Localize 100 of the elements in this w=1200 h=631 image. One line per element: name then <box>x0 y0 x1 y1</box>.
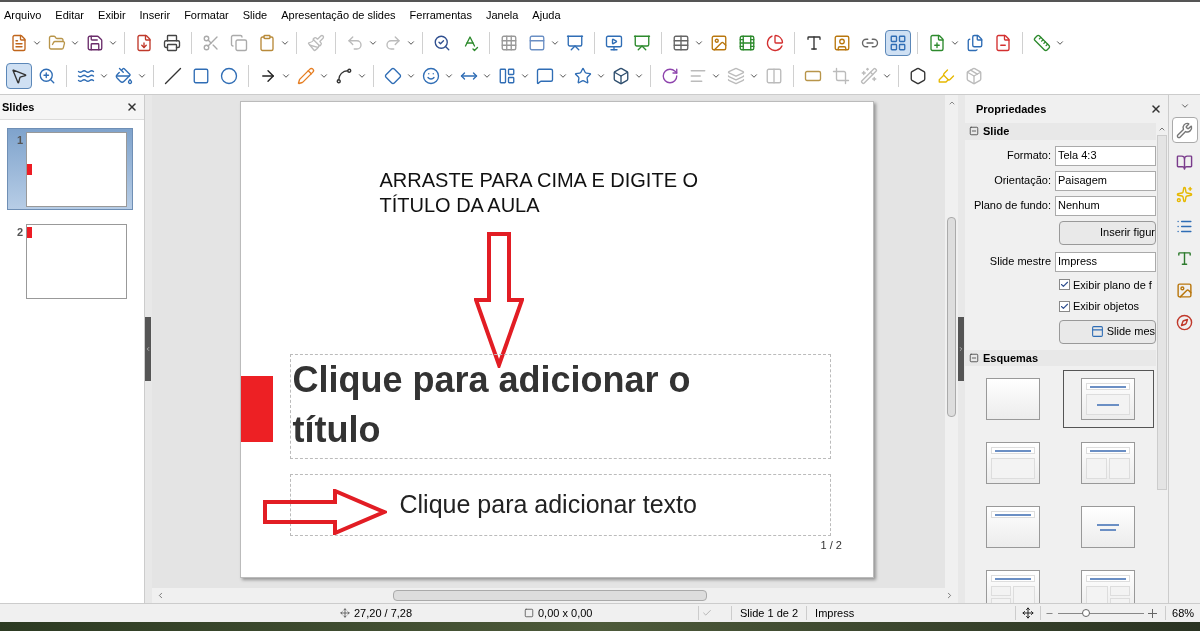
slide-accent-bar <box>240 376 273 442</box>
layout-button[interactable] <box>885 30 911 56</box>
slide-thumbnail-item[interactable]: 2 <box>7 220 133 302</box>
menu-item[interactable]: Formatar <box>184 6 229 24</box>
slide-number: 1 <box>15 133 23 148</box>
dropdown-caret-icon[interactable] <box>634 71 644 81</box>
close-icon[interactable] <box>1150 103 1162 115</box>
layout-option[interactable] <box>1062 370 1154 428</box>
menu-item[interactable]: Arquivo <box>4 6 42 24</box>
dropdown-caret-icon[interactable] <box>558 71 568 81</box>
zoom-in-icon[interactable] <box>1148 608 1158 618</box>
zoom-slider[interactable] <box>1058 608 1145 618</box>
slideshow-current-icon <box>633 34 651 52</box>
dropdown-caret-icon[interactable] <box>596 71 606 81</box>
pencil-icon <box>297 67 315 85</box>
menu-item[interactable]: Apresentação de slides <box>281 6 396 24</box>
menu-item[interactable]: Janela <box>485 6 519 24</box>
dropdown-caret-icon[interactable] <box>882 71 892 81</box>
menu-item[interactable]: Ajuda <box>532 6 561 24</box>
checkbox[interactable] <box>1059 300 1070 312</box>
dropdown-caret-icon[interactable] <box>444 71 454 81</box>
dropdown-caret-icon[interactable] <box>406 38 416 48</box>
compass-icon <box>1176 313 1193 331</box>
menu-item[interactable]: Slide <box>242 6 268 24</box>
dropdown-field[interactable]: Impress <box>1055 251 1156 272</box>
position-icon <box>340 608 350 618</box>
horizontal-scrollbar[interactable] <box>152 588 958 603</box>
dropdown-caret-icon[interactable] <box>749 71 759 81</box>
dropdown-field[interactable]: Tela 4:3 <box>1055 145 1156 166</box>
scroll-up-icon[interactable] <box>947 99 956 107</box>
scroll-left-icon[interactable] <box>156 591 165 600</box>
dropdown-field[interactable]: Nenhum <box>1055 195 1156 216</box>
dropdown-caret-icon[interactable] <box>108 38 118 48</box>
dropdown-caret-icon[interactable] <box>319 71 329 81</box>
collapse-icon[interactable] <box>969 126 979 137</box>
dropdown-caret-icon[interactable] <box>281 71 291 81</box>
ellipse-icon <box>220 67 238 85</box>
title-placeholder[interactable]: Clique para adicionar o título <box>289 354 831 459</box>
rotate-icon <box>661 67 679 85</box>
dropdown-caret-icon[interactable] <box>1055 38 1065 48</box>
dropdown-caret-icon[interactable] <box>368 38 378 48</box>
dropdown-caret-icon[interactable] <box>950 38 960 48</box>
text-icon <box>1176 249 1193 267</box>
star-icon <box>1176 185 1193 203</box>
glue-point-icon <box>937 67 955 85</box>
master-slide-button[interactable]: Slide mes <box>1059 319 1156 344</box>
slide-accent-bar <box>27 164 32 175</box>
dropdown-caret-icon[interactable] <box>482 71 492 81</box>
checkbox[interactable] <box>1059 279 1070 291</box>
dropdown-field[interactable]: Paisagem <box>1055 170 1156 191</box>
page-number: 1 / 2 <box>820 538 842 553</box>
dropdown-caret-icon[interactable] <box>357 71 367 81</box>
field-label: Plano de fundo: <box>972 198 1052 214</box>
scroll-right-icon[interactable] <box>945 591 954 600</box>
slide-icon <box>566 34 584 52</box>
sidebar-tab[interactable] <box>1171 117 1198 143</box>
scroll-up-icon[interactable] <box>1158 125 1166 133</box>
dropdown-caret-icon[interactable] <box>99 71 109 81</box>
line-color-icon <box>77 67 95 85</box>
collapse-icon[interactable] <box>145 346 151 352</box>
layout-icon <box>889 34 907 52</box>
zoom-percentage[interactable]: 68% <box>1172 604 1195 622</box>
menu-item[interactable]: Inserir <box>139 6 171 24</box>
zoom-slider-thumb[interactable] <box>1081 609 1090 617</box>
align-icon <box>689 67 707 85</box>
dropdown-caret-icon[interactable] <box>520 71 530 81</box>
dropdown-caret-icon[interactable] <box>550 38 560 48</box>
menu-item[interactable]: Exibir <box>98 6 126 24</box>
vertical-scrollbar[interactable] <box>945 95 958 588</box>
printer-icon <box>163 34 181 52</box>
section-title: Esquemas <box>983 350 1039 366</box>
ruler-icon <box>1033 34 1051 52</box>
insert-image-button[interactable]: Inserir figur <box>1059 220 1156 245</box>
paintbrush-icon <box>307 34 325 52</box>
close-icon[interactable] <box>126 101 138 113</box>
dropdown-caret-icon[interactable] <box>406 71 416 81</box>
select-button[interactable] <box>6 63 32 89</box>
distribute-icon <box>765 67 783 85</box>
slide-number: 2 <box>15 225 23 240</box>
media-icon <box>738 34 756 52</box>
position-text: 27,20 / 7,28 <box>354 605 414 621</box>
field-label: Slide mestre <box>988 254 1052 270</box>
menu-item[interactable]: Ferramentas <box>409 6 472 24</box>
dropdown-caret-icon[interactable] <box>280 38 290 48</box>
rectangle-icon <box>192 67 210 85</box>
cut-icon <box>202 34 220 52</box>
collapse-icon[interactable] <box>969 352 979 363</box>
collapse-icon[interactable] <box>958 346 964 352</box>
grid-icon <box>500 34 518 52</box>
dropdown-caret-icon[interactable] <box>694 38 704 48</box>
dropdown-caret-icon[interactable] <box>711 71 721 81</box>
select-icon <box>10 67 28 85</box>
menu-item[interactable]: Editar <box>55 6 85 24</box>
text-placeholder[interactable]: Clique para adicionar texto <box>289 474 831 536</box>
dropdown-caret-icon[interactable] <box>32 38 42 48</box>
dropdown-caret-icon[interactable] <box>137 71 147 81</box>
field-label: Formato: <box>1006 148 1052 164</box>
menu-icon[interactable] <box>1179 101 1190 111</box>
new-document-icon <box>10 34 28 52</box>
dropdown-caret-icon[interactable] <box>70 38 80 48</box>
